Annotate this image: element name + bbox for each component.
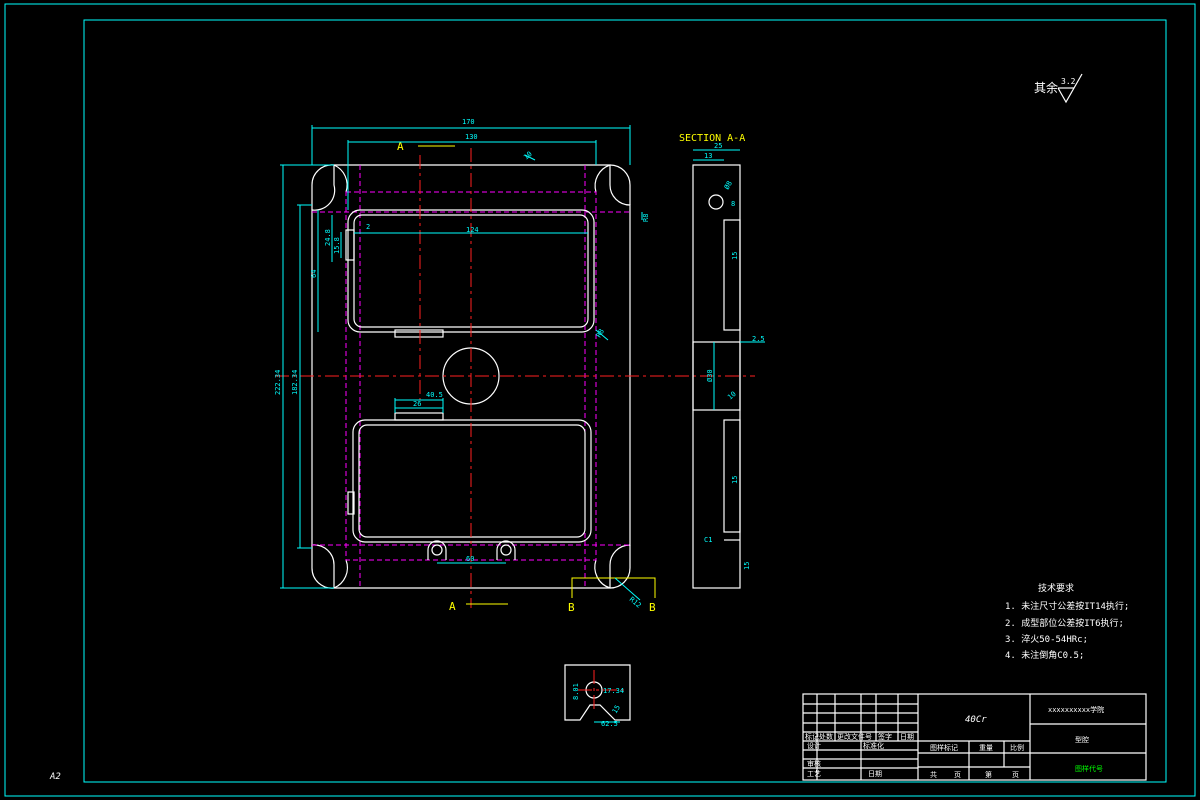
svg-text:15: 15 [731, 252, 739, 260]
material: 40Cr [965, 715, 987, 725]
svg-text:15.8: 15.8 [333, 237, 341, 254]
svg-text:8: 8 [731, 200, 735, 208]
svg-text:签字: 签字 [878, 732, 892, 741]
dim-overall-width: 170 [462, 118, 475, 126]
svg-text:2.5: 2.5 [752, 335, 765, 343]
svg-text:标准化: 标准化 [863, 741, 884, 750]
dim-slot-40-5: 40.5 [426, 391, 443, 399]
section-title: SECTION A-A [679, 133, 745, 144]
lower-pocket [352, 419, 592, 543]
section-hole [708, 194, 724, 210]
svg-text:更改文件号: 更改文件号 [837, 732, 872, 741]
svg-text:图样标记: 图样标记 [930, 743, 958, 752]
dim-holes-60: 60 [466, 555, 474, 563]
svg-text:日期: 日期 [868, 770, 882, 778]
svg-text:15: 15 [731, 476, 739, 484]
sheet-size-label: A2 [49, 772, 61, 782]
title-block: 标记 处数 更改文件号 签字 日期 设计 标准化 审核 工艺 日期 40Cr 图… [802, 693, 1147, 781]
drawing-name: 型腔 [1075, 735, 1089, 744]
svg-text:25: 25 [714, 142, 722, 150]
svg-text:2. 成型部位公差按IT6执行;: 2. 成型部位公差按IT6执行; [1005, 617, 1124, 629]
dim-overall-height: 222.34 [274, 370, 282, 395]
svg-text:A: A [449, 600, 456, 613]
dim-inner-width: 130 [465, 133, 478, 141]
svg-text:设计: 设计 [807, 741, 821, 750]
svg-text:13: 13 [704, 152, 712, 160]
svg-text:标记: 标记 [805, 732, 819, 741]
svg-text:B: B [649, 601, 656, 614]
svg-text:24.8: 24.8 [324, 229, 332, 246]
svg-text:技术要求: 技术要求 [1038, 582, 1074, 594]
dim-inner-height: 182.34 [291, 370, 299, 395]
svg-text:页: 页 [1012, 771, 1019, 779]
svg-text:共: 共 [930, 770, 937, 779]
roughness-symbol: 其余 3.2 [1034, 73, 1083, 104]
svg-text:8.01: 8.01 [572, 683, 580, 700]
svg-text:3.2: 3.2 [1061, 77, 1076, 86]
school-name: xxxxxxxxxx学院 [1048, 705, 1104, 714]
svg-text:工艺: 工艺 [807, 770, 821, 778]
svg-text:10: 10 [726, 390, 738, 402]
svg-text:C1: C1 [704, 536, 712, 544]
svg-text:62.5: 62.5 [601, 720, 618, 728]
drawing-number: 图样代号 [1075, 764, 1103, 773]
outer-border [4, 3, 1196, 797]
svg-text:Ø30: Ø30 [706, 369, 714, 382]
svg-text:日期: 日期 [900, 733, 914, 741]
dim-slot-26: 26 [413, 400, 421, 408]
svg-text:其余: 其余 [1034, 80, 1058, 95]
technical-requirements: 技术要求 1. 未注尺寸公差按IT14执行; 2. 成型部位公差按IT6执行; … [1005, 582, 1129, 661]
main-view: A A B B 170 130 124 2 222.34 182.34 64 2… [274, 118, 755, 614]
detail-view: 8.01 17.34 15 62.5 [564, 664, 631, 728]
svg-text:审核: 审核 [807, 759, 821, 768]
svg-text:3. 淬火50-54HRc;: 3. 淬火50-54HRc; [1005, 633, 1088, 645]
svg-text:17.34: 17.34 [603, 687, 624, 695]
svg-text:第: 第 [985, 770, 992, 779]
svg-text:比例: 比例 [1010, 743, 1024, 752]
svg-text:4. 未注倒角C0.5;: 4. 未注倒角C0.5; [1005, 649, 1084, 661]
svg-text:15: 15 [743, 562, 751, 570]
svg-text:1. 未注尺寸公差按IT14执行;: 1. 未注尺寸公差按IT14执行; [1005, 600, 1129, 612]
dim-top-2: 2 [366, 223, 370, 231]
svg-text:10: 10 [522, 150, 534, 162]
dim-pocket-width: 124 [466, 226, 479, 234]
svg-text:Ø8: Ø8 [723, 180, 734, 191]
cad-drawing-sheet: A2 其余 3.2 A A B B 170 130 124 2 222.34 1… [4, 3, 1196, 797]
svg-text:15: 15 [611, 704, 622, 715]
svg-text:R12: R12 [628, 595, 643, 609]
svg-text:B: B [568, 601, 575, 614]
svg-text:重量: 重量 [979, 744, 993, 752]
inner-border [83, 19, 1167, 783]
section-view: SECTION A-A 25 13 Ø8 8 15 2.5 Ø30 10 15 … [679, 133, 765, 589]
svg-text:页: 页 [954, 771, 961, 779]
dim-left-64: 64 [310, 270, 318, 278]
svg-text:处数: 处数 [819, 732, 833, 741]
svg-text:R8: R8 [642, 214, 650, 222]
